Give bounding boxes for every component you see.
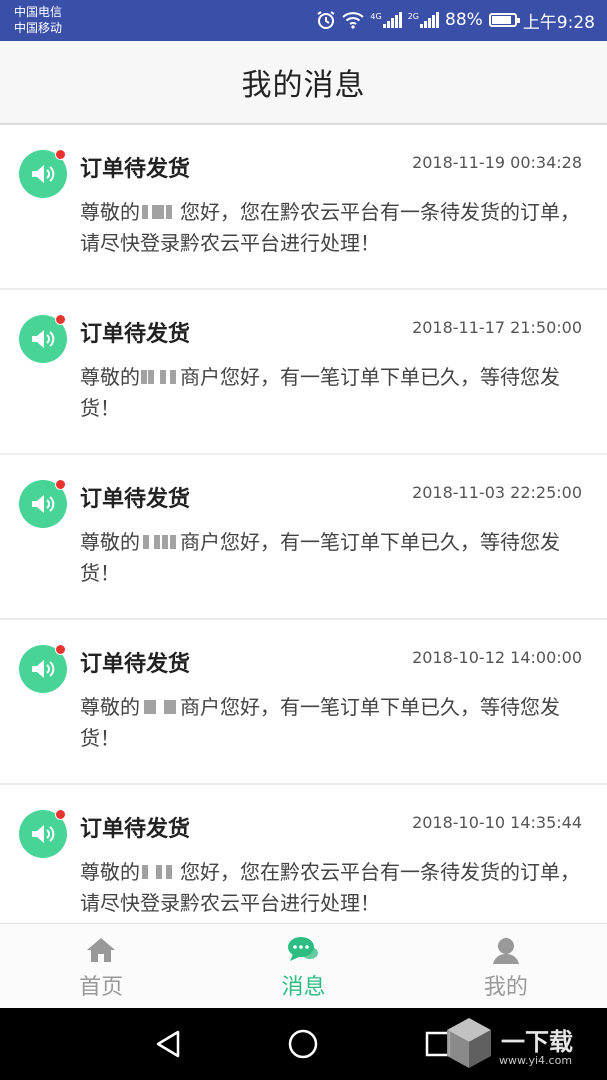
unread-dot — [55, 314, 66, 325]
home-icon — [85, 934, 117, 966]
tab-mine-label: 我的 — [483, 975, 528, 1000]
status-icons: 4G 2G 88% 上午9:28 — [316, 8, 595, 33]
tab-messages-label: 消息 — [281, 975, 326, 1000]
message-list[interactable]: 订单待发货 2018-11-19 00:34:28 尊敬的 您好，您在黔农云平台有… — [0, 125, 607, 923]
message-body-prefix: 尊敬的 — [80, 695, 140, 719]
message-title: 订单待发货 — [80, 157, 191, 182]
back-icon[interactable] — [150, 1026, 186, 1062]
watermark-logo-icon — [447, 1018, 491, 1068]
message-item[interactable]: 订单待发货 2018-10-12 14:00:00 尊敬的 商户您好，有一笔订单下… — [0, 620, 607, 785]
speaker-icon — [19, 149, 67, 198]
system-nav-bar: 一下载 www.yi4.com — [0, 1008, 607, 1080]
watermark-url: www.yi4.com — [499, 1054, 573, 1067]
message-title: 订单待发货 — [80, 817, 191, 842]
redacted-name — [140, 367, 180, 387]
tab-mine[interactable]: 我的 — [405, 924, 607, 1008]
message-body-prefix: 尊敬的 — [80, 200, 140, 224]
message-body-prefix: 尊敬的 — [80, 530, 140, 554]
message-time: 2018-10-12 14:00:00 — [412, 648, 582, 667]
message-time: 2018-11-17 21:50:00 — [412, 318, 582, 337]
message-time: 2018-11-03 22:25:00 — [412, 483, 582, 502]
watermark-text: 一下载 — [501, 1028, 573, 1056]
alarm-icon — [316, 10, 336, 30]
message-body-prefix: 尊敬的 — [80, 365, 140, 389]
redacted-name — [140, 532, 180, 552]
tab-bar: 首页 消息 我的 — [0, 923, 607, 1008]
message-body: 尊敬的 商户您好，有一笔订单下单已久，等待您发货！ — [80, 362, 585, 424]
carrier-1: 中国电信 — [14, 5, 63, 19]
message-title: 订单待发货 — [80, 487, 191, 512]
carrier-2: 中国移动 — [14, 21, 63, 35]
signal-icon-1: 4G — [370, 12, 402, 28]
message-body: 尊敬的 商户您好，有一笔订单下单已久，等待您发货！ — [80, 527, 585, 589]
redacted-name — [140, 202, 180, 222]
message-body: 尊敬的 商户您好，有一笔订单下单已久，等待您发货！ — [80, 692, 585, 754]
carrier-info: 中国电信 中国移动 — [14, 4, 62, 36]
speaker-icon — [19, 314, 67, 363]
signal-icon-2: 2G — [407, 12, 440, 28]
redacted-name — [140, 697, 180, 717]
wifi-icon — [342, 11, 365, 29]
speaker-icon — [19, 479, 67, 528]
network-type-2: 2G — [407, 12, 420, 21]
home-nav-icon[interactable] — [285, 1026, 321, 1062]
message-item[interactable]: 订单待发货 2018-11-17 21:50:00 尊敬的 商户您好，有一笔订单下… — [0, 290, 607, 455]
speaker-icon — [19, 644, 67, 693]
tab-home-label: 首页 — [79, 975, 124, 1000]
chat-icon — [287, 934, 319, 966]
speaker-icon — [19, 809, 67, 858]
app-header: 我的消息 — [0, 41, 607, 125]
message-item[interactable]: 订单待发货 2018-11-03 22:25:00 尊敬的 商户您好，有一笔订单下… — [0, 455, 607, 620]
status-bar: 中国电信 中国移动 4G 2G 88% 上午9:28 — [0, 0, 607, 41]
user-icon — [490, 934, 522, 966]
message-time: 2018-11-19 00:34:28 — [412, 153, 582, 172]
redacted-name — [140, 862, 180, 882]
unread-dot — [55, 809, 66, 820]
message-body-prefix: 尊敬的 — [80, 860, 140, 884]
unread-dot — [55, 479, 66, 490]
message-item[interactable]: 订单待发货 2018-10-10 14:35:44 尊敬的 您好，您在黔农云平台有… — [0, 785, 607, 923]
tab-messages[interactable]: 消息 — [202, 924, 404, 1008]
watermark: 一下载 www.yi4.com — [441, 1014, 591, 1074]
unread-dot — [55, 149, 66, 160]
battery-icon — [488, 13, 520, 27]
message-body: 尊敬的 您好，您在黔农云平台有一条待发货的订单，请尽快登录黔农云平台进行处理！ — [80, 197, 585, 259]
tab-home[interactable]: 首页 — [0, 924, 202, 1008]
network-type-1: 4G — [370, 12, 382, 21]
clock: 上午9:28 — [522, 12, 595, 33]
message-item[interactable]: 订单待发货 2018-11-19 00:34:28 尊敬的 您好，您在黔农云平台有… — [0, 125, 607, 290]
battery-percent: 88% — [445, 10, 483, 30]
page-title: 我的消息 — [241, 68, 366, 103]
message-title: 订单待发货 — [80, 322, 191, 347]
unread-dot — [55, 644, 66, 655]
message-time: 2018-10-10 14:35:44 — [412, 813, 582, 832]
message-body: 尊敬的 您好，您在黔农云平台有一条待发货的订单，请尽快登录黔农云平台进行处理！ — [80, 857, 585, 919]
message-title: 订单待发货 — [80, 652, 191, 677]
